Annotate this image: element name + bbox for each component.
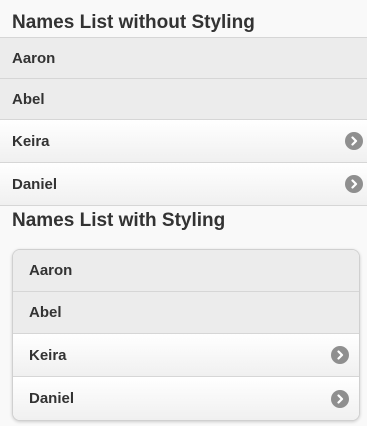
names-list-styled: Aaron Abel Keira Daniel xyxy=(12,249,360,421)
list-item-label: Abel xyxy=(29,304,62,321)
list-item-daniel[interactable]: Daniel xyxy=(13,377,359,420)
list-item-label: Abel xyxy=(12,90,45,108)
names-list-unstyled: Aaron Abel Keira Daniel xyxy=(0,37,367,206)
page: Names List without Styling Aaron Abel Ke… xyxy=(0,0,367,426)
section-title-unstyled: Names List without Styling xyxy=(12,12,255,33)
list-item-label: Aaron xyxy=(29,262,73,279)
chevron-right-icon xyxy=(345,175,363,193)
list-item-aaron: Aaron xyxy=(13,250,359,292)
list-item-keira[interactable]: Keira xyxy=(0,120,367,163)
chevron-right-icon xyxy=(331,389,349,408)
section-title-styled: Names List with Styling xyxy=(12,210,226,231)
chevron-right-icon xyxy=(345,132,363,150)
list-item-label: Daniel xyxy=(12,175,58,193)
list-item-label: Keira xyxy=(12,132,50,150)
list-item-label: Aaron xyxy=(12,49,56,67)
list-item-keira[interactable]: Keira xyxy=(13,334,359,377)
list-item-abel: Abel xyxy=(13,292,359,334)
list-item-label: Daniel xyxy=(29,390,75,407)
list-item-label: Keira xyxy=(29,346,67,364)
chevron-right-icon xyxy=(331,346,349,364)
list-item-aaron: Aaron xyxy=(0,38,367,79)
list-item-abel: Abel xyxy=(0,79,367,120)
list-item-daniel[interactable]: Daniel xyxy=(0,163,367,206)
